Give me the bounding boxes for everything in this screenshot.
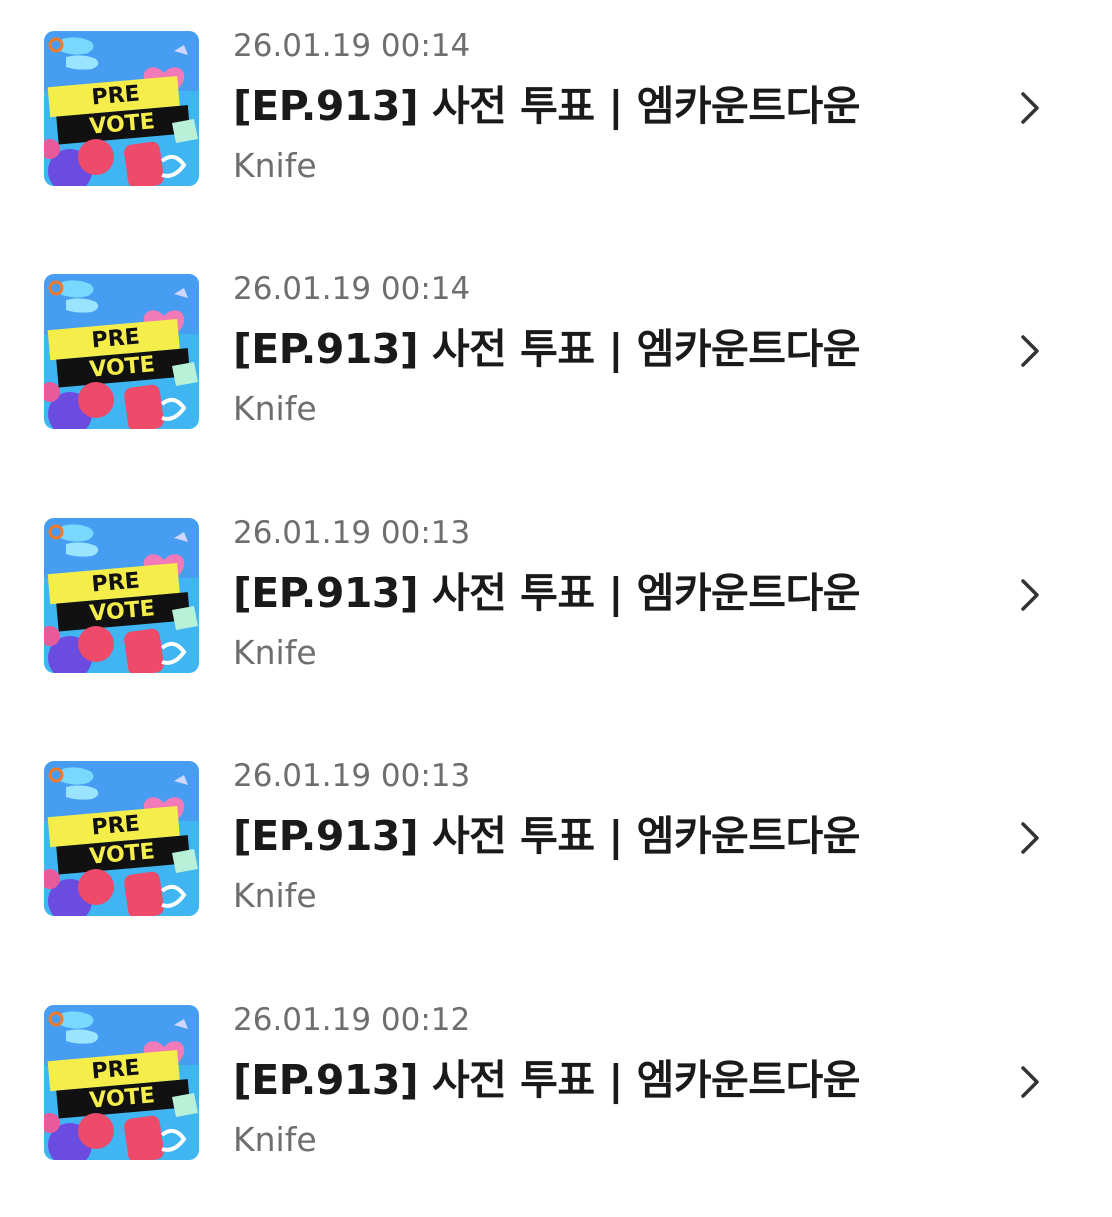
item-title: [EP.913] 사전 투표 | 엠카운트다운 xyxy=(233,812,860,860)
item-author: Knife xyxy=(233,876,317,915)
pre-vote-thumbnail: PRE VOTE xyxy=(44,1005,199,1160)
list-item[interactable]: PRE VOTE 26.01.19 00:13 [EP.913] 사전 투표 |… xyxy=(0,730,1112,973)
chevron-right-icon[interactable] xyxy=(1012,1062,1048,1102)
item-date: 26.01.19 00:14 xyxy=(233,271,471,307)
pre-vote-thumbnail: PRE VOTE xyxy=(44,518,199,673)
item-date: 26.01.19 00:14 xyxy=(233,28,471,64)
item-title: [EP.913] 사전 투표 | 엠카운트다운 xyxy=(233,1056,860,1104)
pre-vote-thumbnail: PRE VOTE xyxy=(44,761,199,916)
item-title: [EP.913] 사전 투표 | 엠카운트다운 xyxy=(233,82,860,130)
thumbnail-text-pre: PRE xyxy=(91,324,141,353)
item-title: [EP.913] 사전 투표 | 엠카운트다운 xyxy=(233,325,860,373)
thumbnail-text-pre: PRE xyxy=(91,568,141,597)
list-item[interactable]: PRE VOTE 26.01.19 00:14 [EP.913] 사전 투표 |… xyxy=(0,243,1112,486)
chevron-right-icon[interactable] xyxy=(1012,331,1048,371)
list-item[interactable]: PRE VOTE 26.01.19 00:13 [EP.913] 사전 투표 |… xyxy=(0,487,1112,730)
thumbnail-text-pre: PRE xyxy=(91,81,141,110)
thumbnail-text-pre: PRE xyxy=(91,1055,141,1084)
chevron-right-icon[interactable] xyxy=(1012,88,1048,128)
item-date: 26.01.19 00:13 xyxy=(233,515,471,551)
pre-vote-thumbnail: PRE VOTE xyxy=(44,31,199,186)
list-item[interactable]: PRE VOTE 26.01.19 00:14 [EP.913] 사전 투표 |… xyxy=(0,0,1112,243)
list-item[interactable]: PRE VOTE 26.01.19 00:12 [EP.913] 사전 투표 |… xyxy=(0,974,1112,1217)
item-date: 26.01.19 00:12 xyxy=(233,1002,471,1038)
vote-history-list: PRE VOTE 26.01.19 00:14 [EP.913] 사전 투표 |… xyxy=(0,0,1112,1200)
item-author: Knife xyxy=(233,146,317,185)
item-date: 26.01.19 00:13 xyxy=(233,758,471,794)
chevron-right-icon[interactable] xyxy=(1012,575,1048,615)
chevron-right-icon[interactable] xyxy=(1012,818,1048,858)
item-title: [EP.913] 사전 투표 | 엠카운트다운 xyxy=(233,569,860,617)
item-author: Knife xyxy=(233,1120,317,1159)
item-author: Knife xyxy=(233,633,317,672)
item-author: Knife xyxy=(233,389,317,428)
pre-vote-thumbnail: PRE VOTE xyxy=(44,274,199,429)
thumbnail-text-pre: PRE xyxy=(91,811,141,840)
